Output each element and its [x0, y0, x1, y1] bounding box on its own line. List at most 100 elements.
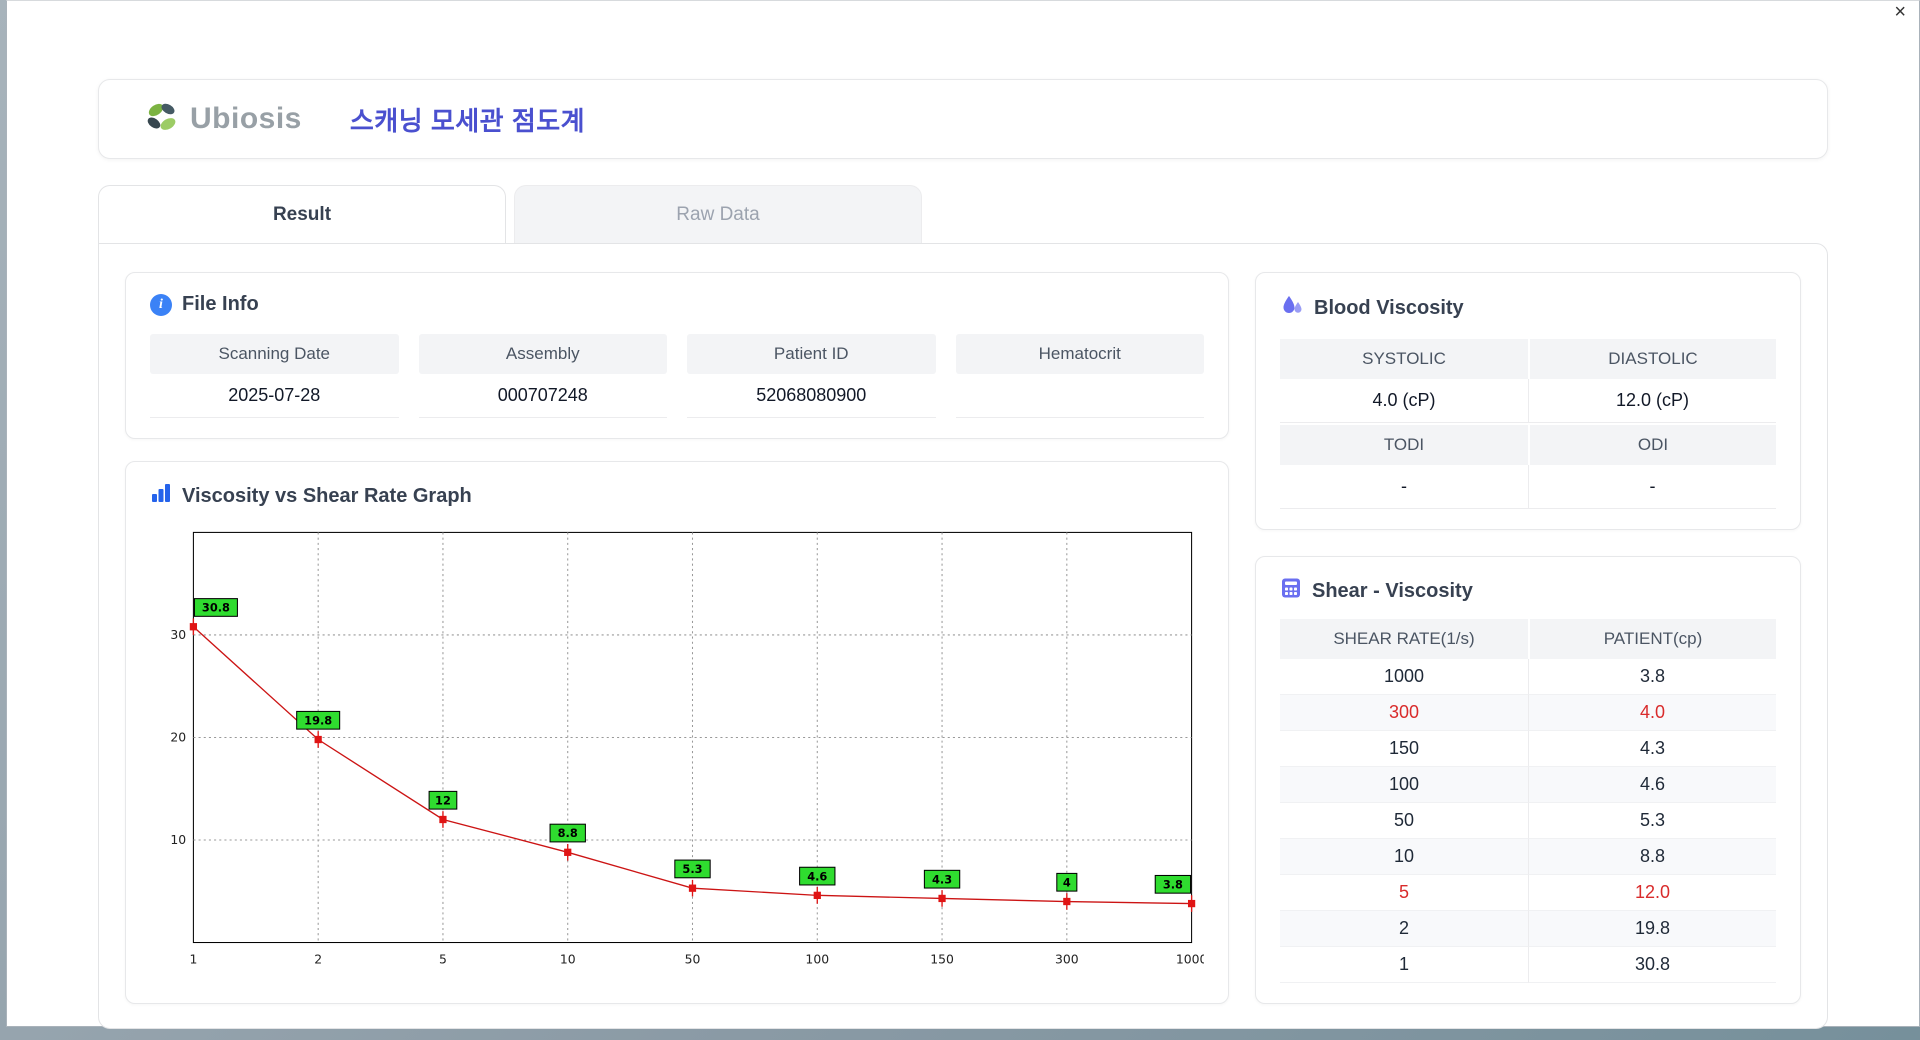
svg-text:5: 5: [439, 951, 447, 966]
file-info-title: File Info: [182, 293, 259, 315]
table-row: 10 8.8: [1280, 839, 1776, 875]
shear-rate-cell: 300: [1280, 695, 1528, 731]
svg-text:30.8: 30.8: [202, 601, 230, 615]
main-content: Ubiosis 스캐닝 모세관 점도계 Result Raw Data i Fi…: [98, 79, 1828, 1029]
file-info-title-row: i File Info: [150, 293, 1204, 316]
leaf-logo-icon: [143, 98, 181, 141]
svg-text:10: 10: [560, 951, 576, 966]
table-row: 5 12.0: [1280, 875, 1776, 911]
shear-rate-cell: 5: [1280, 875, 1528, 911]
result-panel: i File Info Scanning Date 2025-07-28 Ass…: [98, 243, 1828, 1029]
svg-text:150: 150: [930, 951, 954, 966]
graph-title: Viscosity vs Shear Rate Graph: [182, 484, 472, 507]
todi-value: -: [1280, 465, 1528, 509]
patient-cell: 12.0: [1528, 875, 1776, 911]
shear-rate-cell: 10: [1280, 839, 1528, 875]
logo-wordmark: Ubiosis: [190, 102, 302, 135]
table-row: 1000 3.8: [1280, 659, 1776, 695]
svg-text:100: 100: [805, 951, 829, 966]
right-column: Blood Viscosity SYSTOLIC DIASTOLIC 4.0 (…: [1255, 272, 1801, 1004]
shear-viscosity-table: SHEAR RATE(1/s) PATIENT(cp) 1000 3.8 300…: [1280, 619, 1776, 983]
svg-text:4: 4: [1063, 875, 1071, 889]
file-info-card: i File Info Scanning Date 2025-07-28 Ass…: [125, 272, 1229, 439]
shear-rate-cell: 150: [1280, 731, 1528, 767]
table-row: 100 4.6: [1280, 767, 1776, 803]
info-icon: i: [150, 293, 172, 316]
close-icon[interactable]: ×: [1894, 2, 1906, 22]
field-scanning-date: Scanning Date 2025-07-28: [150, 334, 399, 418]
systolic-value: 4.0 (cP): [1280, 379, 1528, 423]
blood-drops-icon: [1280, 293, 1304, 323]
field-label: Patient ID: [687, 334, 936, 374]
field-hematocrit: Hematocrit: [955, 334, 1204, 418]
odi-label: ODI: [1528, 425, 1776, 465]
blood-viscosity-card: Blood Viscosity SYSTOLIC DIASTOLIC 4.0 (…: [1255, 272, 1801, 530]
svg-text:1: 1: [189, 951, 197, 966]
todi-label: TODI: [1280, 425, 1528, 465]
viscosity-graph-card: Viscosity vs Shear Rate Graph 10 20 30 1 2 5 1…: [125, 461, 1229, 1004]
patient-cell: 4.3: [1528, 731, 1776, 767]
file-info-grid: Scanning Date 2025-07-28 Assembly 000707…: [150, 334, 1204, 418]
svg-text:1000: 1000: [1176, 951, 1204, 966]
diastolic-label: DIASTOLIC: [1528, 339, 1776, 379]
graph-title-row: Viscosity vs Shear Rate Graph: [150, 482, 1204, 510]
shear-rate-column-header: SHEAR RATE(1/s): [1280, 619, 1528, 659]
patient-cell: 3.8: [1528, 659, 1776, 695]
field-label: Hematocrit: [955, 334, 1204, 374]
table-row: 50 5.3: [1280, 803, 1776, 839]
field-value: 000707248: [418, 374, 667, 418]
patient-column-header: PATIENT(cp): [1528, 619, 1776, 659]
patient-cell: 8.8: [1528, 839, 1776, 875]
tab-result[interactable]: Result: [98, 185, 506, 243]
page-title: 스캐닝 모세관 점도계: [349, 105, 586, 136]
table-row: 150 4.3: [1280, 731, 1776, 767]
calculator-icon: [1280, 577, 1302, 605]
svg-text:2: 2: [314, 951, 322, 966]
table-header-row: SHEAR RATE(1/s) PATIENT(cp): [1280, 619, 1776, 659]
svg-text:300: 300: [1055, 951, 1079, 966]
field-value: 2025-07-28: [150, 374, 399, 418]
blood-viscosity-title-row: Blood Viscosity: [1280, 293, 1776, 323]
shear-rate-cell: 100: [1280, 767, 1528, 803]
table-row: 1 30.8: [1280, 947, 1776, 983]
systolic-label: SYSTOLIC: [1280, 339, 1528, 379]
diastolic-value: 12.0 (cP): [1528, 379, 1776, 423]
left-column: i File Info Scanning Date 2025-07-28 Ass…: [125, 272, 1229, 1004]
shear-rate-cell: 1: [1280, 947, 1528, 983]
svg-text:8.8: 8.8: [558, 826, 578, 840]
tab-bar: Result Raw Data: [98, 185, 1828, 243]
patient-cell: 30.8: [1528, 947, 1776, 983]
table-row: 2 19.8: [1280, 911, 1776, 947]
patient-cell: 4.0: [1528, 695, 1776, 731]
svg-text:5.3: 5.3: [682, 862, 702, 876]
field-label: Assembly: [418, 334, 667, 374]
shear-rate-cell: 50: [1280, 803, 1528, 839]
table-row: 300 4.0: [1280, 695, 1776, 731]
svg-text:19.8: 19.8: [304, 713, 332, 727]
field-assembly: Assembly 000707248: [418, 334, 667, 418]
shear-viscosity-title-row: Shear - Viscosity: [1280, 577, 1776, 605]
field-label: Scanning Date: [150, 334, 399, 374]
viscosity-chart: 1020301251050100150300100030.819.8128.85…: [170, 531, 1204, 966]
patient-cell: 4.6: [1528, 767, 1776, 803]
shear-viscosity-title: Shear - Viscosity: [1312, 579, 1473, 602]
field-patient-id: Patient ID 52068080900: [687, 334, 936, 418]
tab-raw-data[interactable]: Raw Data: [514, 185, 922, 243]
ubiosis-logo: Ubiosis: [143, 98, 302, 141]
shear-rate-cell: 1000: [1280, 659, 1528, 695]
svg-text:3.8: 3.8: [1163, 877, 1183, 891]
app-window: × Ubiosis 스캐닝 모세관 점도계 Result Raw Data i …: [6, 0, 1920, 1029]
patient-cell: 19.8: [1528, 911, 1776, 947]
field-value: 52068080900: [687, 374, 936, 418]
app-header: Ubiosis 스캐닝 모세관 점도계: [98, 79, 1828, 159]
patient-cell: 5.3: [1528, 803, 1776, 839]
svg-text:4.6: 4.6: [807, 869, 827, 883]
shear-viscosity-card: Shear - Viscosity SHEAR RATE(1/s) PATIEN…: [1255, 556, 1801, 1004]
svg-text:10: 10: [170, 832, 186, 847]
blood-viscosity-title: Blood Viscosity: [1314, 296, 1464, 319]
shear-rate-cell: 2: [1280, 911, 1528, 947]
field-value: [955, 374, 1204, 418]
table-body: 1000 3.8 300 4.0 150 4.3 100 4.6 50 5.3 …: [1280, 659, 1776, 983]
svg-text:12: 12: [435, 793, 451, 807]
bar-chart-icon: [150, 482, 172, 510]
